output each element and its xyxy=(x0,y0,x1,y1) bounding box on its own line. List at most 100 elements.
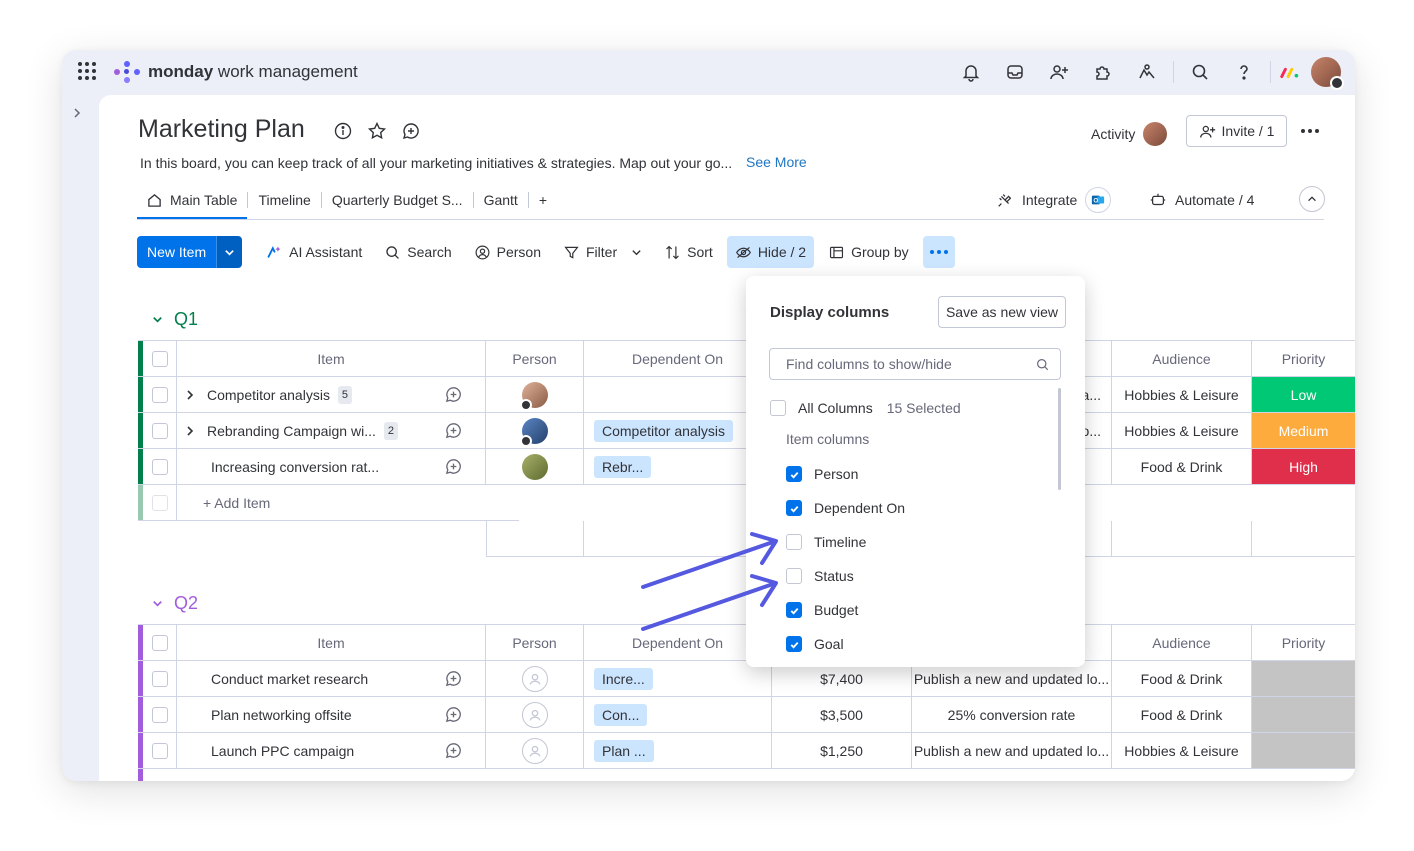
add-update-icon[interactable] xyxy=(444,741,463,760)
column-option-timeline[interactable]: Timeline xyxy=(786,532,866,552)
expand-subitems-icon[interactable] xyxy=(183,388,197,402)
add-update-icon[interactable] xyxy=(444,669,463,688)
inbox-icon[interactable] xyxy=(993,56,1037,88)
dependent-on-chip[interactable]: Plan ... xyxy=(594,739,654,762)
collapse-header-button[interactable] xyxy=(1299,186,1325,212)
bell-icon[interactable] xyxy=(949,56,993,88)
see-more-link[interactable]: See More xyxy=(746,154,807,170)
new-item-dropdown[interactable] xyxy=(216,236,243,268)
group-by-button[interactable]: Group by xyxy=(820,236,917,268)
add-update-icon[interactable] xyxy=(444,457,463,476)
group-header-q2[interactable]: Q2 xyxy=(151,593,198,614)
more-toolbar-button[interactable] xyxy=(922,236,955,268)
brand-logo[interactable]: monday work management xyxy=(114,58,358,86)
apps-grid-icon[interactable] xyxy=(78,62,96,80)
column-checkbox[interactable] xyxy=(786,568,802,584)
column-option-dependent-on[interactable]: Dependent On xyxy=(786,498,905,518)
column-header-person[interactable]: Person xyxy=(486,341,584,376)
user-avatar[interactable] xyxy=(1311,57,1344,90)
column-option-budget[interactable]: Budget xyxy=(786,600,858,620)
expand-subitems-icon[interactable] xyxy=(183,424,197,438)
column-header-dependent-on[interactable]: Dependent On xyxy=(584,341,772,376)
select-all-checkbox[interactable] xyxy=(151,350,168,367)
tab-quarterly-budget[interactable]: Quarterly Budget S... xyxy=(322,181,473,219)
info-icon[interactable] xyxy=(333,121,353,141)
column-checkbox[interactable] xyxy=(786,534,802,550)
board-title[interactable]: Marketing Plan xyxy=(138,115,305,144)
tab-main-table[interactable]: Main Table xyxy=(137,181,248,219)
group-header-q1[interactable]: Q1 xyxy=(151,309,198,330)
row-checkbox[interactable] xyxy=(151,670,168,687)
invite-members-icon[interactable] xyxy=(1037,56,1081,88)
integrate-button[interactable]: Integrate O xyxy=(996,187,1112,213)
priority-label[interactable]: Low xyxy=(1252,377,1355,412)
group-name[interactable]: Q1 xyxy=(174,309,198,330)
row-checkbox[interactable] xyxy=(151,386,168,403)
column-header-audience[interactable]: Audience xyxy=(1112,341,1252,376)
column-header-dependent-on[interactable]: Dependent On xyxy=(584,625,772,660)
help-icon[interactable] xyxy=(1222,56,1266,88)
priority-label[interactable]: High xyxy=(1252,449,1355,484)
dependent-on-chip[interactable]: Competitor analysis xyxy=(594,419,733,442)
column-checkbox[interactable] xyxy=(786,636,802,652)
dependent-on-chip[interactable]: Rebr... xyxy=(594,455,652,478)
column-header-priority[interactable]: Priority xyxy=(1252,625,1355,660)
chevron-down-icon[interactable] xyxy=(151,313,164,326)
audience-value[interactable]: Hobbies & Leisure xyxy=(1112,733,1252,768)
board-menu-icon[interactable] xyxy=(1299,120,1321,142)
column-checkbox[interactable] xyxy=(786,602,802,618)
budget-value[interactable]: $3,500 xyxy=(772,697,912,732)
empty-person-icon[interactable] xyxy=(521,737,548,764)
column-header-item[interactable]: Item xyxy=(177,625,486,660)
chevron-down-icon[interactable] xyxy=(631,247,642,258)
column-option-person[interactable]: Person xyxy=(786,464,858,484)
dependent-on-chip[interactable]: Incre... xyxy=(594,667,653,690)
priority-empty[interactable] xyxy=(1252,661,1355,696)
add-update-icon[interactable] xyxy=(444,705,463,724)
search-icon[interactable] xyxy=(1178,56,1222,88)
item-name[interactable]: Plan networking offsite xyxy=(211,707,352,723)
empty-person-icon[interactable] xyxy=(521,665,548,692)
new-item-button[interactable]: New Item xyxy=(137,236,217,268)
person-avatar[interactable] xyxy=(519,417,548,447)
hide-columns-button[interactable]: Hide / 2 xyxy=(726,236,815,268)
person-avatar[interactable] xyxy=(519,381,548,411)
item-name[interactable]: Competitor analysis xyxy=(207,387,330,403)
all-columns-checkbox[interactable] xyxy=(770,400,786,416)
item-name[interactable]: Rebranding Campaign wi... xyxy=(207,423,376,439)
priority-label[interactable]: Medium xyxy=(1252,413,1355,448)
invite-button[interactable]: Invite / 1 xyxy=(1186,115,1287,147)
board-updates-icon[interactable] xyxy=(401,121,421,141)
audience-value[interactable]: Food & Drink xyxy=(1112,449,1252,484)
person-avatar[interactable] xyxy=(521,453,548,480)
column-option-goal[interactable]: Goal xyxy=(786,634,844,654)
column-header-person[interactable]: Person xyxy=(486,625,584,660)
expand-sidebar-icon[interactable] xyxy=(70,106,84,120)
sort-button[interactable]: Sort xyxy=(656,236,721,268)
group-name[interactable]: Q2 xyxy=(174,593,198,614)
dependent-on-chip[interactable]: Con... xyxy=(594,703,648,726)
column-checkbox[interactable] xyxy=(786,466,802,482)
item-name[interactable]: Increasing conversion rat... xyxy=(211,459,379,475)
item-name[interactable]: Conduct market research xyxy=(211,671,368,687)
add-item-button[interactable]: + Add Item xyxy=(177,485,519,520)
filter-button[interactable]: Filter xyxy=(555,236,650,268)
select-all-checkbox[interactable] xyxy=(151,634,168,651)
activity-button[interactable]: Activity xyxy=(1091,122,1168,146)
dependent-on-cell[interactable] xyxy=(584,377,772,412)
star-icon[interactable] xyxy=(367,121,387,141)
subitem-count-badge[interactable]: 5 xyxy=(337,385,352,404)
monday-mini-logo-icon[interactable] xyxy=(1275,59,1305,85)
column-header-priority[interactable]: Priority xyxy=(1252,341,1355,376)
row-checkbox[interactable] xyxy=(151,706,168,723)
add-view-button[interactable]: + xyxy=(529,181,557,219)
puzzle-icon[interactable] xyxy=(1081,56,1125,88)
chevron-down-icon[interactable] xyxy=(151,597,164,610)
goal-value[interactable]: 25% conversion rate xyxy=(912,697,1112,732)
ai-assistant-button[interactable]: AI Assistant xyxy=(258,236,370,268)
audience-value[interactable]: Hobbies & Leisure xyxy=(1112,413,1252,448)
row-checkbox[interactable] xyxy=(151,742,168,759)
column-checkbox[interactable] xyxy=(786,500,802,516)
tab-gantt[interactable]: Gantt xyxy=(474,181,528,219)
audience-value[interactable]: Hobbies & Leisure xyxy=(1112,377,1252,412)
